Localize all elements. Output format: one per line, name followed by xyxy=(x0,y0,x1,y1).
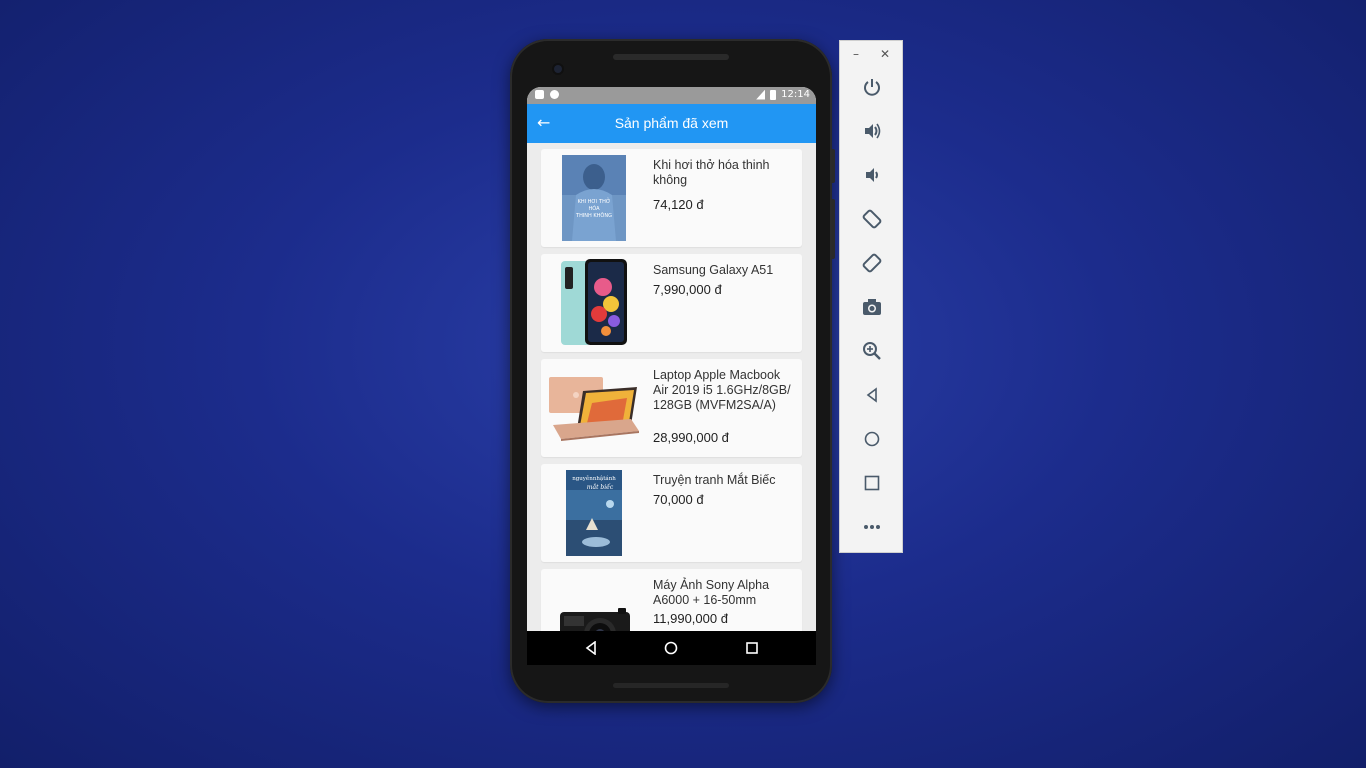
home-icon[interactable] xyxy=(858,425,886,453)
volume-down-icon[interactable] xyxy=(858,161,886,189)
cover-title: mắt biếc xyxy=(587,484,614,491)
emulator-toolbar: – ✕ xyxy=(839,40,903,553)
side-button-power[interactable] xyxy=(832,149,835,183)
laptop-image xyxy=(547,365,641,451)
book-cover-image: nguyễnnhậtánh mắt biếc xyxy=(547,470,641,556)
product-price: 28,990,000 đ xyxy=(653,430,729,445)
cover-author: nguyễnnhậtánh xyxy=(572,474,616,482)
phone-frame: 12:14 ← Sản phẩm đã xem KHI HƠI THỞ HÓA xyxy=(510,39,835,703)
power-icon[interactable] xyxy=(858,73,886,101)
zoom-icon[interactable] xyxy=(858,337,886,365)
app-bar: ← Sản phẩm đã xem xyxy=(527,104,816,143)
product-name: Laptop Apple Macbook Air 2019 i5 1.6GHz/… xyxy=(653,368,791,412)
back-icon[interactable] xyxy=(858,381,886,409)
status-time: 12:14 xyxy=(781,89,810,100)
more-icon[interactable] xyxy=(858,513,886,541)
overview-icon[interactable] xyxy=(858,469,886,497)
svg-text:THINH KHÔNG: THINH KHÔNG xyxy=(575,212,612,219)
nav-back-icon[interactable] xyxy=(582,639,600,657)
product-list[interactable]: KHI HƠI THỞ HÓA THINH KHÔNG Khi hơi thở … xyxy=(527,143,816,631)
nav-home-icon[interactable] xyxy=(662,639,680,657)
product-card[interactable]: Máy Ảnh Sony Alpha A6000 + 16-50mm 11,99… xyxy=(541,569,802,631)
rotate-left-icon[interactable] xyxy=(858,205,886,233)
product-card[interactable]: Laptop Apple Macbook Air 2019 i5 1.6GHz/… xyxy=(541,359,802,457)
product-card[interactable]: Samsung Galaxy A51 7,990,000 đ xyxy=(541,254,802,352)
notification-icon xyxy=(535,90,544,99)
status-bar: 12:14 xyxy=(527,87,816,104)
battery-icon xyxy=(770,89,777,100)
minimize-icon[interactable]: – xyxy=(853,47,859,61)
signal-icon xyxy=(756,89,766,100)
svg-text:KHI HƠI THỞ: KHI HƠI THỞ xyxy=(578,197,611,205)
product-card[interactable]: KHI HƠI THỞ HÓA THINH KHÔNG Khi hơi thở … xyxy=(541,149,802,247)
product-name: Samsung Galaxy A51 xyxy=(653,263,774,277)
product-price: 70,000 đ xyxy=(653,492,704,507)
product-name: Máy Ảnh Sony Alpha A6000 + 16-50mm xyxy=(653,578,770,607)
volume-up-icon[interactable] xyxy=(858,117,886,145)
phone-speaker xyxy=(613,54,729,60)
side-button-volume[interactable] xyxy=(832,199,835,259)
close-icon[interactable]: ✕ xyxy=(880,47,890,61)
svg-text:HÓA: HÓA xyxy=(588,205,600,212)
smartphone-image xyxy=(547,259,641,346)
front-camera xyxy=(554,65,562,73)
camera-icon[interactable] xyxy=(858,293,886,321)
product-price: 7,990,000 đ xyxy=(653,282,722,297)
phone-screen: 12:14 ← Sản phẩm đã xem KHI HƠI THỞ HÓA xyxy=(527,87,816,665)
rotate-right-icon[interactable] xyxy=(858,249,886,277)
book-cover-image: KHI HƠI THỞ HÓA THINH KHÔNG xyxy=(547,155,641,241)
camera-image xyxy=(547,575,641,631)
nav-overview-icon[interactable] xyxy=(743,639,761,657)
product-name: Truyện tranh Mắt Biếc xyxy=(653,473,776,487)
product-price: 74,120 đ xyxy=(653,197,704,212)
page-title: Sản phẩm đã xem xyxy=(614,115,729,131)
android-nav-bar xyxy=(527,631,816,665)
product-card[interactable]: nguyễnnhậtánh mắt biếc Truyện tranh Mắt … xyxy=(541,464,802,562)
product-price: 11,990,000 đ xyxy=(653,611,728,626)
phone-bottom-speaker xyxy=(613,683,729,688)
notification-icon xyxy=(550,90,559,99)
product-name: Khi hơi thở hóa thinh không xyxy=(653,158,770,187)
